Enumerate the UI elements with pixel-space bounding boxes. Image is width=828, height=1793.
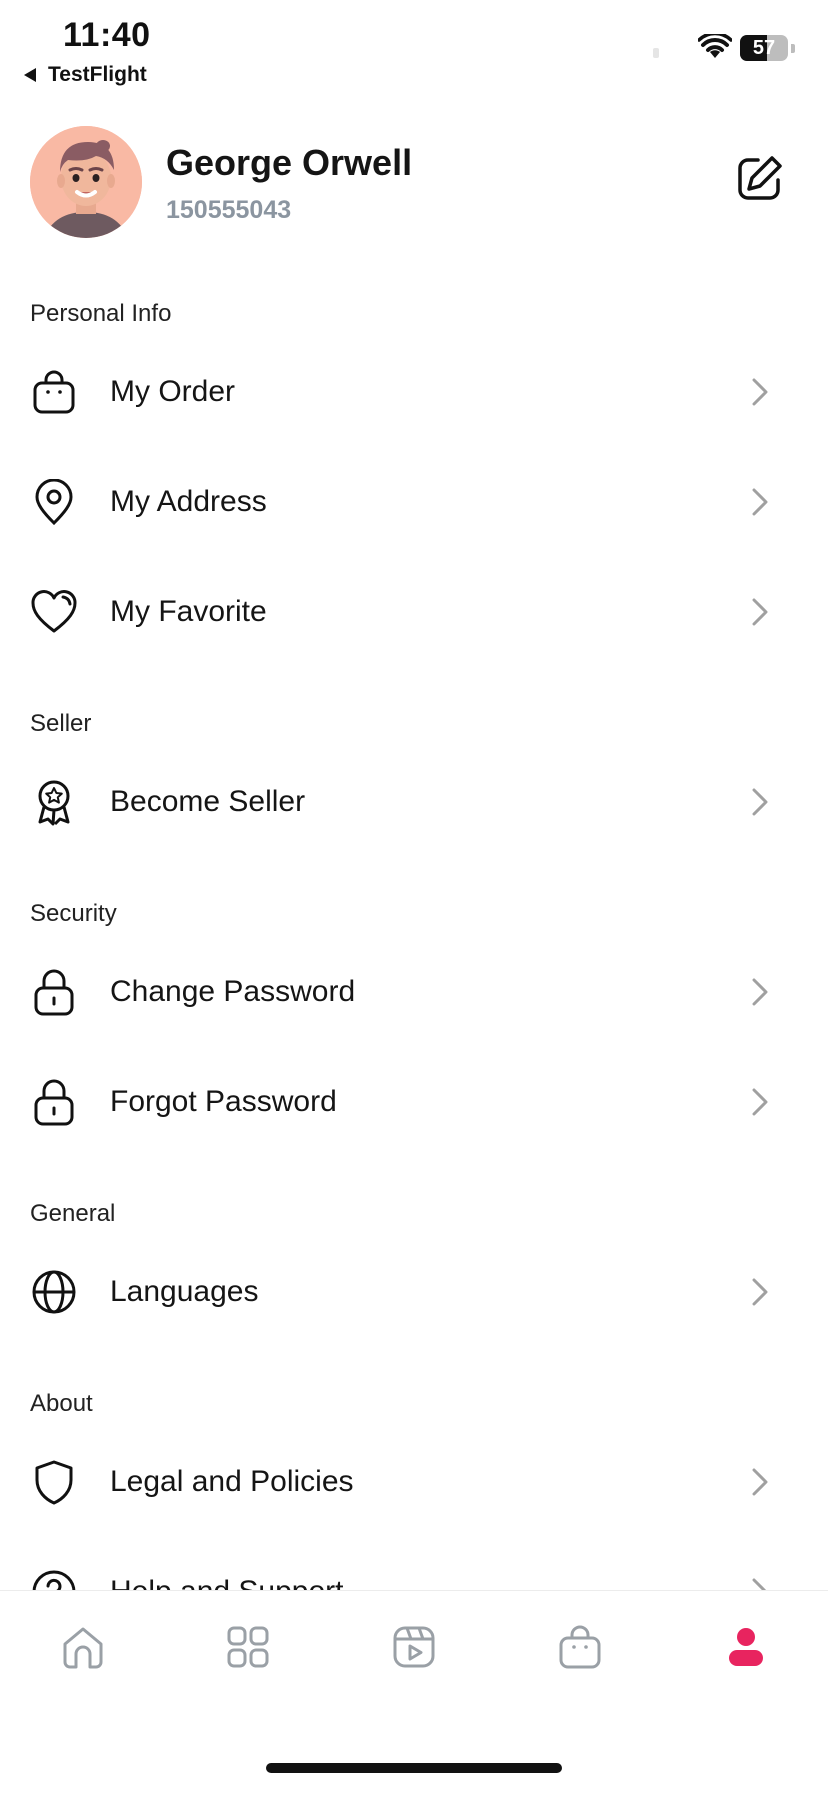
- avatar[interactable]: [30, 126, 142, 238]
- menu-item-label: Languages: [110, 1275, 259, 1308]
- tab-categories[interactable]: [222, 1621, 274, 1673]
- menu-item-become-seller[interactable]: Become Seller: [0, 754, 828, 850]
- home-indicator: [266, 1763, 562, 1773]
- chevron-right-icon: [752, 1278, 768, 1306]
- status-time: 11:40: [63, 16, 151, 54]
- chevron-right-icon: [752, 488, 768, 516]
- back-label: TestFlight: [48, 63, 147, 86]
- edit-icon: [738, 156, 782, 200]
- bag-icon: [559, 1625, 601, 1669]
- section-title-security: Security: [30, 900, 117, 927]
- menu-item-my-order[interactable]: My Order: [0, 344, 828, 440]
- heart-icon: [30, 588, 78, 636]
- menu-item-legal-and-policies[interactable]: Legal and Policies: [0, 1434, 828, 1530]
- section-title-about: About: [30, 1390, 93, 1417]
- back-arrow-icon: [24, 68, 36, 82]
- shield-icon: [30, 1458, 78, 1506]
- edit-profile-button[interactable]: [734, 152, 786, 204]
- menu-item-my-address[interactable]: My Address: [0, 454, 828, 550]
- location-pin-icon: [30, 478, 78, 526]
- wifi-icon: [698, 34, 732, 58]
- menu-item-label: Forgot Password: [110, 1085, 337, 1118]
- back-to-testflight[interactable]: TestFlight: [24, 63, 147, 87]
- menu-item-label: Legal and Policies: [110, 1465, 354, 1498]
- menu-item-my-favorite[interactable]: My Favorite: [0, 564, 828, 660]
- home-icon: [63, 1627, 103, 1669]
- status-bar: 11:40 TestFlight 57: [0, 0, 828, 96]
- chevron-right-icon: [752, 378, 768, 406]
- menu-item-label: Become Seller: [110, 785, 306, 818]
- section-title-general: General: [30, 1200, 116, 1227]
- user-icon: [729, 1628, 763, 1666]
- chevron-right-icon: [752, 1088, 768, 1116]
- tab-profile[interactable]: [720, 1621, 772, 1673]
- profile-name: George Orwell: [166, 142, 413, 183]
- menu-item-label: My Order: [110, 375, 236, 408]
- lock-icon: [30, 1078, 78, 1126]
- globe-icon: [30, 1268, 78, 1316]
- video-icon: [393, 1626, 435, 1668]
- section-title-seller: Seller: [30, 710, 92, 737]
- profile-id: 150555043: [166, 196, 292, 224]
- profile-header: George Orwell 150555043: [30, 126, 800, 238]
- shopping-bag-icon: [30, 368, 78, 416]
- badge-icon: [30, 778, 78, 826]
- tab-videos[interactable]: [388, 1621, 440, 1673]
- menu-item-languages[interactable]: Languages: [0, 1244, 828, 1340]
- tab-cart[interactable]: [554, 1621, 606, 1673]
- menu-item-forgot-password[interactable]: Forgot Password: [0, 1054, 828, 1150]
- chevron-right-icon: [752, 1468, 768, 1496]
- menu-item-label: Change Password: [110, 975, 356, 1008]
- lock-icon: [30, 968, 78, 1016]
- menu-item-label: My Favorite: [110, 595, 267, 628]
- tab-home[interactable]: [57, 1621, 109, 1673]
- battery-percentage: 57: [752, 36, 776, 59]
- menu-item-label: My Address: [110, 485, 267, 518]
- signal-icon: [653, 48, 659, 58]
- section-title-personal-info: Personal Info: [30, 300, 172, 327]
- chevron-right-icon: [752, 978, 768, 1006]
- menu-item-change-password[interactable]: Change Password: [0, 944, 828, 1040]
- grid-icon: [227, 1626, 269, 1668]
- chevron-right-icon: [752, 598, 768, 626]
- battery-icon: 57: [740, 35, 788, 61]
- chevron-right-icon: [752, 788, 768, 816]
